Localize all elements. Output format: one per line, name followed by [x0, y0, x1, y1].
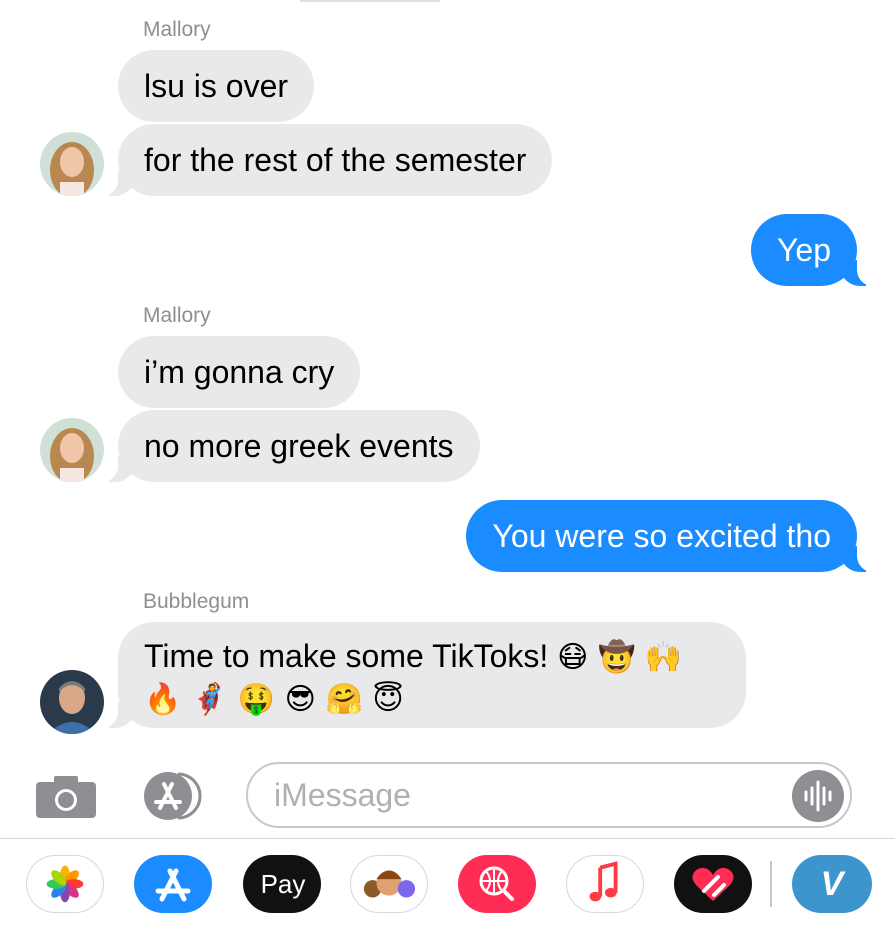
app-store-icon — [144, 772, 202, 820]
tray-separator — [770, 861, 772, 907]
digital-touch-app-button[interactable] — [674, 855, 752, 913]
sender-name: Mallory — [143, 18, 211, 41]
heart-touch-icon — [692, 867, 734, 901]
avatar[interactable] — [40, 670, 104, 734]
waveform-icon — [804, 780, 832, 812]
incoming-message[interactable]: Time to make some TikToks! 😷 🤠 🙌 🔥 🦸 🤑 😎… — [92, 622, 746, 728]
memoji-icon — [363, 870, 416, 898]
tray-divider — [0, 838, 895, 839]
camera-icon — [36, 776, 96, 818]
scroll-remnant — [300, 0, 440, 2]
app-store-tray-button[interactable] — [134, 855, 212, 913]
globe-search-icon — [479, 866, 514, 901]
avatar-mallory — [40, 418, 104, 482]
avatar[interactable] — [40, 418, 104, 482]
outgoing-message[interactable]: You were so excited tho — [466, 500, 883, 572]
music-note-icon — [589, 861, 618, 902]
photos-app-button[interactable] — [26, 855, 104, 913]
app-drawer: Pay V — [0, 855, 895, 915]
incoming-message[interactable]: for the rest of the semester — [91, 124, 553, 196]
emoji-group: 😷 🤠 🙌 — [557, 640, 683, 675]
camera-button[interactable] — [34, 774, 98, 820]
web-images-app-button[interactable] — [458, 855, 536, 913]
avatar[interactable] — [40, 132, 104, 196]
photos-icon — [46, 865, 84, 903]
emoji-group: 🔥 🦸 🤑 😎 🤗 😇 — [144, 682, 404, 717]
avatar-bubblegum — [40, 670, 104, 734]
sender-name: Bubblegum — [143, 590, 250, 613]
app-store-icon — [155, 868, 191, 902]
message-text: Time to make some TikToks! — [144, 638, 549, 674]
sender-name: Mallory — [143, 304, 211, 327]
composer-bar: iMessage — [0, 762, 895, 832]
apple-pay-button[interactable]: Pay — [243, 855, 321, 913]
venmo-icon: V — [820, 864, 844, 903]
memoji-app-button[interactable] — [350, 855, 428, 913]
message-placeholder: iMessage — [274, 777, 411, 813]
incoming-message[interactable]: no more greek events — [92, 410, 480, 482]
incoming-message[interactable]: i’m gonna cry — [118, 336, 361, 408]
app-store-button[interactable] — [138, 770, 214, 822]
music-app-button[interactable] — [566, 855, 644, 913]
incoming-message[interactable]: lsu is over — [118, 50, 315, 122]
message-input[interactable]: iMessage — [246, 762, 852, 828]
venmo-app-button[interactable]: V — [792, 855, 872, 913]
apple-pay-label: Pay — [260, 868, 306, 899]
outgoing-message[interactable]: Yep — [751, 214, 883, 286]
avatar-mallory — [40, 132, 104, 196]
audio-message-button[interactable] — [792, 770, 844, 822]
